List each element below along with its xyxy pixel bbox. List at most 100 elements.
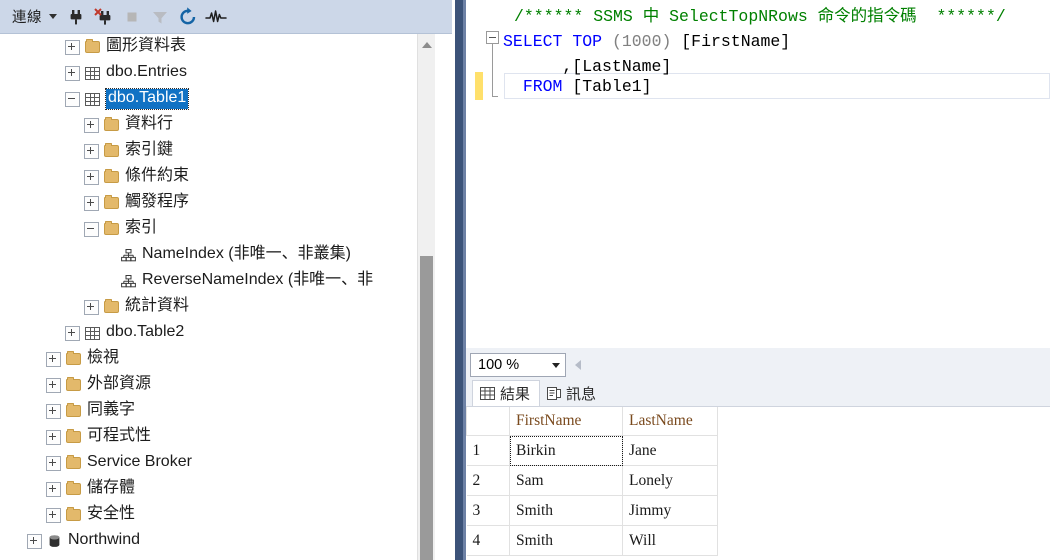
expand-node-icon[interactable] [84, 299, 99, 315]
tree-node[interactable]: ReverseNameIndex (非唯一、非 [0, 268, 435, 294]
connect-icon-button[interactable] [63, 4, 89, 30]
expand-node-icon[interactable] [46, 507, 61, 523]
tree-node[interactable]: 索引 [0, 216, 435, 242]
folder-glyph [66, 455, 81, 469]
code-line[interactable]: /****** SSMS 中 SelectTopNRows 命令的指令碼 ***… [514, 4, 1006, 29]
scrollbar-up-arrow[interactable] [418, 36, 435, 53]
column-header-lastname[interactable]: LastName [622, 407, 718, 436]
zoom-level-combobox[interactable]: 100 % [470, 353, 566, 377]
expand-node-icon[interactable] [46, 403, 61, 419]
tree-node[interactable]: 資料行 [0, 112, 435, 138]
tree-node[interactable]: NameIndex (非唯一、非叢集) [0, 242, 435, 268]
row-number-cell[interactable]: 3 [466, 495, 510, 526]
expand-node-icon[interactable] [46, 377, 61, 393]
code-token: [Table1] [562, 77, 652, 96]
expand-node-icon[interactable] [27, 533, 42, 549]
cell-lastname[interactable]: Lonely [622, 465, 718, 496]
table-row[interactable]: 2 Sam Lonely [466, 465, 718, 496]
tree-node-label: 儲存體 [87, 479, 136, 496]
expand-node-icon[interactable] [65, 325, 80, 341]
expand-node-icon[interactable] [84, 117, 99, 133]
code-line[interactable]: FROM [Table1] [503, 74, 652, 99]
grid-corner-cell[interactable] [466, 407, 510, 436]
filter-icon [153, 11, 167, 23]
refresh-icon-button[interactable] [175, 4, 201, 30]
tree-node[interactable]: Service Broker [0, 450, 435, 476]
scrollbar-thumb[interactable] [420, 256, 433, 560]
expand-node-icon[interactable] [84, 143, 99, 159]
panel-splitter-bar[interactable] [455, 0, 466, 560]
folder-glyph [66, 377, 81, 391]
tree-node[interactable]: 檢視 [0, 346, 435, 372]
expand-node-icon[interactable] [65, 65, 80, 81]
row-number-cell[interactable]: 1 [466, 435, 510, 466]
table-icon [85, 66, 100, 80]
results-grid[interactable]: FirstName LastName 1 Birkin Jane 2 Sam Lonely… [466, 407, 718, 556]
tree-node[interactable]: 外部資源 [0, 372, 435, 398]
cell-firstname[interactable]: Sam [509, 465, 623, 496]
cell-lastname[interactable]: Will [622, 525, 718, 556]
expand-node-icon[interactable] [46, 429, 61, 445]
tree-node[interactable]: 圖形資料表 [0, 34, 435, 60]
connect-icon [70, 9, 82, 24]
expand-node-icon[interactable] [84, 195, 99, 211]
tree-node[interactable]: 條件約束 [0, 164, 435, 190]
results-grid-container[interactable]: FirstName LastName 1 Birkin Jane 2 Sam Lonely… [466, 406, 1050, 560]
object-explorer-tree[interactable]: 圖形資料表 dbo.Entries dbo.Table1 資料行索引鍵 條件約束觸發程序… [0, 34, 435, 560]
tree-node[interactable]: dbo.Table2 [0, 320, 435, 346]
results-grid-body[interactable]: 1 Birkin Jane 2 Sam Lonely 3 Smith Jimmy 4 Smith Wi… [466, 435, 718, 556]
tree-node[interactable]: 可程式性 [0, 424, 435, 450]
column-header-firstname[interactable]: FirstName [509, 407, 623, 436]
collapse-node-icon[interactable] [84, 221, 99, 237]
row-number-cell[interactable]: 4 [466, 525, 510, 556]
expand-node-icon[interactable] [46, 455, 61, 471]
tree-node[interactable]: 統計資料 [0, 294, 435, 320]
cell-firstname[interactable]: Birkin [509, 435, 623, 466]
filter-icon-button[interactable] [147, 4, 173, 30]
cell-lastname[interactable]: Jimmy [622, 495, 718, 526]
tab-results[interactable]: 結果 [472, 380, 541, 407]
code-line[interactable]: SELECT TOP (1000) [FirstName] [503, 29, 790, 54]
folder-glyph [104, 299, 119, 313]
tree-node[interactable]: dbo.Table1 [0, 86, 435, 112]
tree-node[interactable]: dbo.Entries [0, 60, 435, 86]
folder-glyph [66, 351, 81, 365]
expand-node-icon[interactable] [65, 39, 80, 55]
collapse-region-toggle[interactable] [486, 31, 499, 44]
activity-monitor-icon-button[interactable] [203, 4, 229, 30]
folder-glyph [104, 143, 119, 157]
tree-node[interactable]: Northwind [0, 528, 435, 554]
connect-dropdown-button[interactable]: 連線 [8, 4, 61, 30]
pane-collapse-arrow-icon[interactable] [575, 360, 581, 370]
tree-node[interactable]: 觸發程序 [0, 190, 435, 216]
folder-icon [66, 481, 81, 495]
tree-node[interactable]: 儲存體 [0, 476, 435, 502]
tree-node-label: 同義字 [87, 401, 136, 418]
object-explorer-scrollbar[interactable] [417, 34, 435, 560]
table-row[interactable]: 3 Smith Jimmy [466, 495, 718, 526]
tree-node[interactable]: 安全性 [0, 502, 435, 528]
table-row[interactable]: 4 Smith Will [466, 525, 718, 556]
results-tab-strip[interactable]: 結果 訊息 [472, 380, 605, 407]
object-explorer-panel: 連線 圖形資料表 dbo.Entries dbo.Table1 資料行 索引鍵 … [0, 0, 452, 560]
expand-node-icon[interactable] [46, 351, 61, 367]
table-row[interactable]: 1 Birkin Jane [466, 435, 718, 466]
folder-icon [104, 221, 119, 235]
tree-node[interactable]: 同義字 [0, 398, 435, 424]
expand-node-icon[interactable] [46, 481, 61, 497]
table-glyph [85, 92, 100, 106]
tab-messages[interactable]: 訊息 [540, 380, 605, 407]
tree-node-label: 觸發程序 [125, 193, 190, 210]
cell-lastname[interactable]: Jane [622, 435, 718, 466]
row-number-cell[interactable]: 2 [466, 465, 510, 496]
collapse-node-icon[interactable] [65, 91, 80, 107]
expand-node-icon[interactable] [84, 169, 99, 185]
tree-node-label: 資料行 [125, 115, 174, 132]
cell-firstname[interactable]: Smith [509, 525, 623, 556]
tree-node-label: Northwind [68, 531, 141, 548]
tree-node[interactable]: 索引鍵 [0, 138, 435, 164]
disconnect-icon-button[interactable] [91, 4, 117, 30]
message-icon [547, 387, 562, 400]
cell-firstname[interactable]: Smith [509, 495, 623, 526]
sql-editor-panel[interactable]: /****** SSMS 中 SelectTopNRows 命令的指令碼 ***… [470, 0, 1050, 348]
